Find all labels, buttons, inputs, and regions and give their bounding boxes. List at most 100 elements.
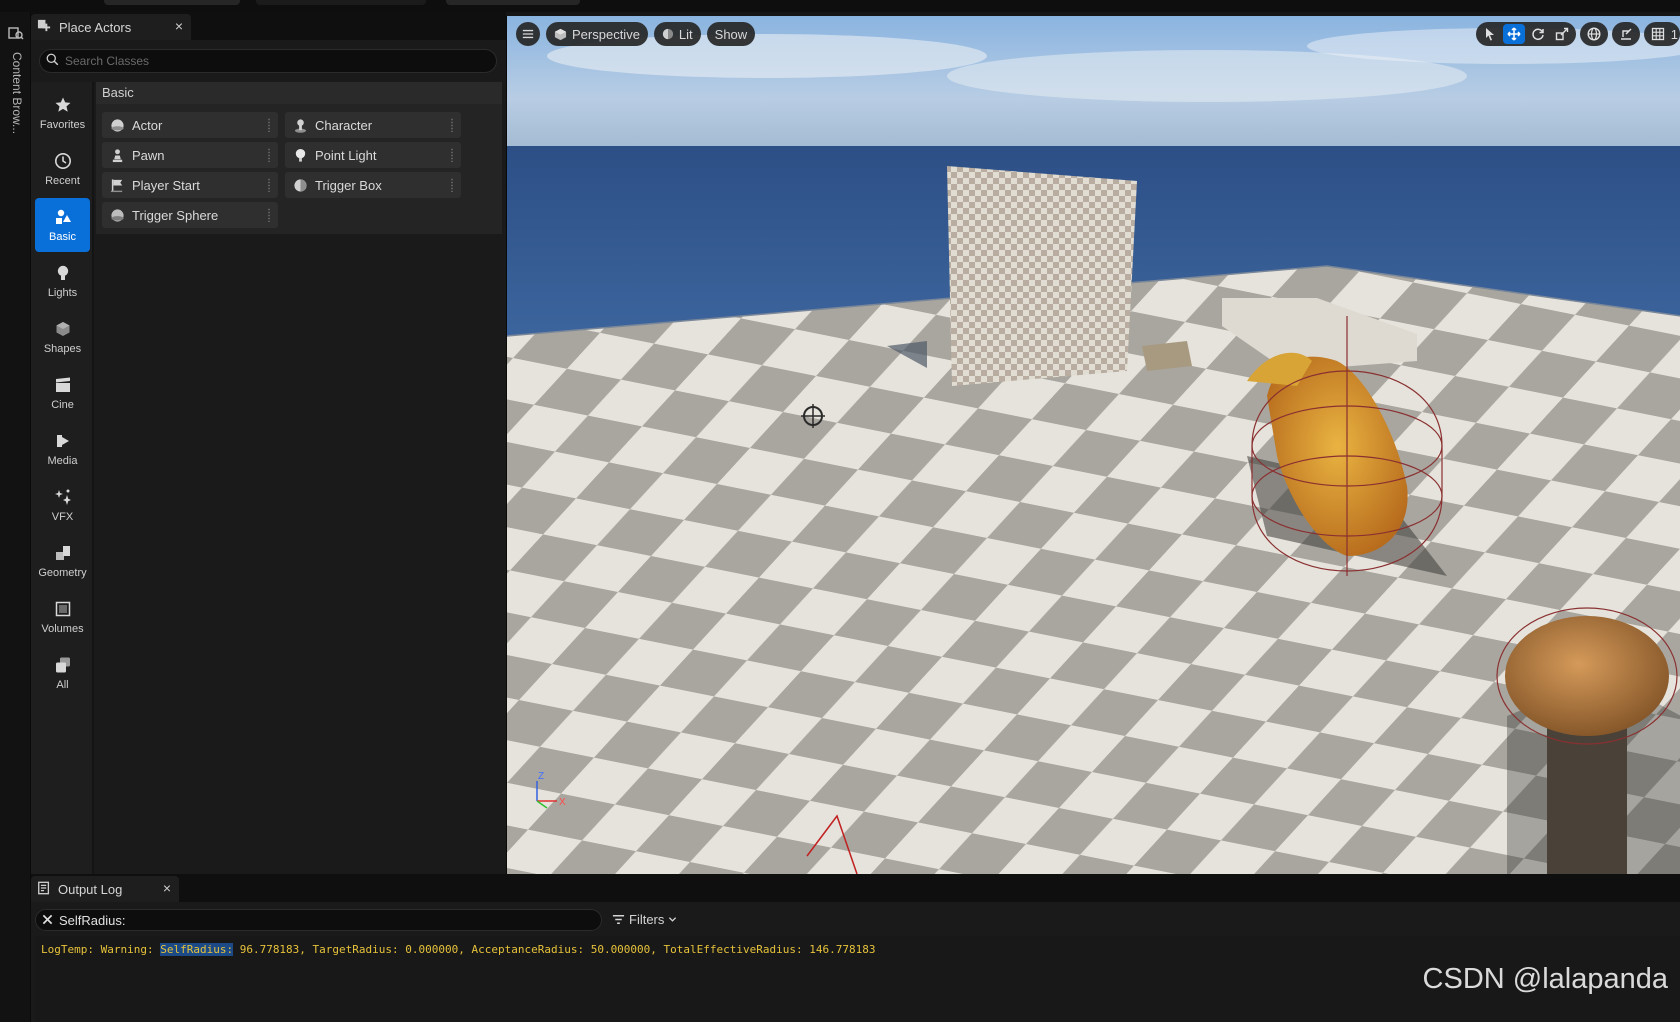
category-volumes[interactable]: Volumes	[35, 590, 90, 644]
grid-icon	[1651, 27, 1664, 41]
top-tab[interactable]	[104, 0, 240, 5]
point-light-icon	[295, 148, 306, 162]
lit-sphere-icon	[662, 28, 674, 40]
drag-handle[interactable]	[267, 148, 271, 162]
drag-handle[interactable]	[267, 118, 271, 132]
category-basic[interactable]: Basic	[35, 198, 90, 252]
scale-icon	[1555, 27, 1568, 41]
actor-item-player-start[interactable]: Player Start	[102, 172, 278, 198]
watermark: CSDN @lalapanda	[1422, 963, 1668, 995]
perspective-button[interactable]: Perspective	[546, 22, 648, 46]
place-actors-tab-label: Place Actors	[59, 19, 132, 35]
category-vfx[interactable]: VFX	[35, 478, 90, 532]
top-tab[interactable]	[446, 0, 580, 5]
actor-item-trigger-sphere[interactable]: Trigger Sphere	[102, 202, 278, 228]
rotate-tool[interactable]	[1527, 24, 1549, 44]
surface-snapping-toggle[interactable]	[1615, 24, 1637, 44]
place-actors-icon	[37, 18, 52, 36]
search-icon	[46, 53, 59, 69]
chevron-down-icon	[669, 917, 677, 922]
drag-handle[interactable]	[450, 118, 454, 132]
drag-handle[interactable]	[267, 208, 271, 222]
stack-icon	[55, 657, 70, 672]
category-shapes[interactable]: Shapes	[35, 310, 90, 364]
axis-z-label: Z	[538, 771, 544, 782]
transform-tools	[1475, 22, 1576, 46]
search-classes-box[interactable]	[39, 49, 497, 73]
drag-handle[interactable]	[450, 148, 454, 162]
world-space-toggle[interactable]	[1583, 24, 1605, 44]
lit-button[interactable]: Lit	[653, 22, 701, 46]
output-log-tab[interactable]: Output Log ×	[31, 876, 179, 902]
viewport-toolbar-right: 1	[1475, 22, 1680, 46]
log-line: LogTemp: Warning: SelfRadius: 96.778183,…	[41, 943, 876, 956]
actor-item-point-light[interactable]: Point Light	[285, 142, 461, 168]
log-filter-box[interactable]	[35, 909, 602, 931]
translate-tool[interactable]	[1502, 24, 1525, 44]
panel-tab-bar: Place Actors ×	[31, 12, 506, 40]
grid-snap-group: 1	[1643, 22, 1680, 46]
grid-snap-value[interactable]: 1	[1671, 27, 1680, 42]
axis-x-label: X	[559, 797, 566, 808]
clear-filter-icon[interactable]	[42, 913, 53, 928]
scale-tool[interactable]	[1551, 24, 1573, 44]
basic-shapes-icon	[55, 209, 71, 224]
actor-item-actor[interactable]: Actor	[102, 112, 278, 138]
category-cine[interactable]: Cine	[35, 366, 90, 420]
category-favorites[interactable]: Favorites	[35, 86, 90, 140]
move-arrows-icon	[1507, 27, 1521, 41]
filters-dropdown[interactable]: Filters	[612, 912, 677, 927]
drag-handle[interactable]	[267, 178, 271, 192]
actor-grid: Actor Character Pawn Point Light Player	[96, 104, 502, 234]
grid-snap-toggle[interactable]	[1647, 24, 1669, 44]
character-icon	[294, 118, 307, 133]
level-viewport[interactable]: Z X Perspective Lit Show 1	[506, 16, 1680, 874]
category-lights[interactable]: Lights	[35, 254, 90, 308]
cube-icon	[56, 321, 69, 336]
search-classes-input[interactable]	[65, 54, 475, 68]
category-geometry[interactable]: Geometry	[35, 534, 90, 588]
filter-icon	[612, 915, 625, 924]
pawn-icon	[112, 148, 123, 162]
surface-snap-group	[1611, 22, 1640, 46]
place-actors-panel: Place Actors × Favorites Recent Basic Li…	[31, 12, 506, 874]
viewport-scene[interactable]: Z X	[507, 16, 1680, 874]
volume-icon	[55, 601, 70, 616]
coordinate-space-group	[1579, 22, 1608, 46]
category-all[interactable]: All	[35, 646, 90, 700]
media-icon	[56, 434, 69, 447]
star-icon	[55, 97, 70, 112]
content-browser-icon[interactable]	[8, 25, 24, 41]
trigger-sphere-icon	[111, 208, 124, 222]
close-icon[interactable]: ×	[175, 18, 183, 34]
actor-list: Basic Actor Character Pawn Point Light P…	[96, 82, 506, 874]
show-button[interactable]: Show	[706, 22, 756, 46]
category-recent[interactable]: Recent	[35, 142, 90, 196]
actor-item-trigger-box[interactable]: Trigger Box	[285, 172, 461, 198]
viewport-toolbar-left: Perspective Lit Show	[516, 22, 756, 46]
actor-item-character[interactable]: Character	[285, 112, 461, 138]
place-actors-tab[interactable]: Place Actors ×	[31, 14, 191, 40]
close-icon[interactable]: ×	[163, 880, 171, 896]
surface-snap-icon	[1620, 28, 1632, 40]
category-sidebar: Favorites Recent Basic Lights Shapes Cin…	[31, 82, 94, 874]
rotate-icon	[1532, 28, 1544, 41]
actor-item-pawn[interactable]: Pawn	[102, 142, 278, 168]
perspective-cube-icon	[554, 28, 567, 40]
top-tab-strip	[0, 0, 1680, 12]
drag-handle[interactable]	[450, 178, 454, 192]
output-log-icon	[37, 881, 51, 898]
top-tab[interactable]	[256, 0, 426, 5]
select-tool[interactable]	[1479, 24, 1501, 44]
output-log-tab-label: Output Log	[58, 881, 123, 897]
hamburger-icon	[522, 29, 534, 39]
sphere-icon	[111, 118, 124, 132]
left-dock: Content Brow...	[0, 12, 31, 1022]
section-header-basic: Basic	[96, 82, 502, 104]
log-filter-input[interactable]	[59, 912, 559, 928]
category-media[interactable]: Media	[35, 422, 90, 476]
content-browser-tab[interactable]: Content Brow...	[8, 52, 24, 144]
viewport-menu-button[interactable]	[516, 22, 540, 46]
output-log-tab-bar: Output Log ×	[31, 874, 1680, 902]
sparkle-icon	[54, 489, 71, 505]
